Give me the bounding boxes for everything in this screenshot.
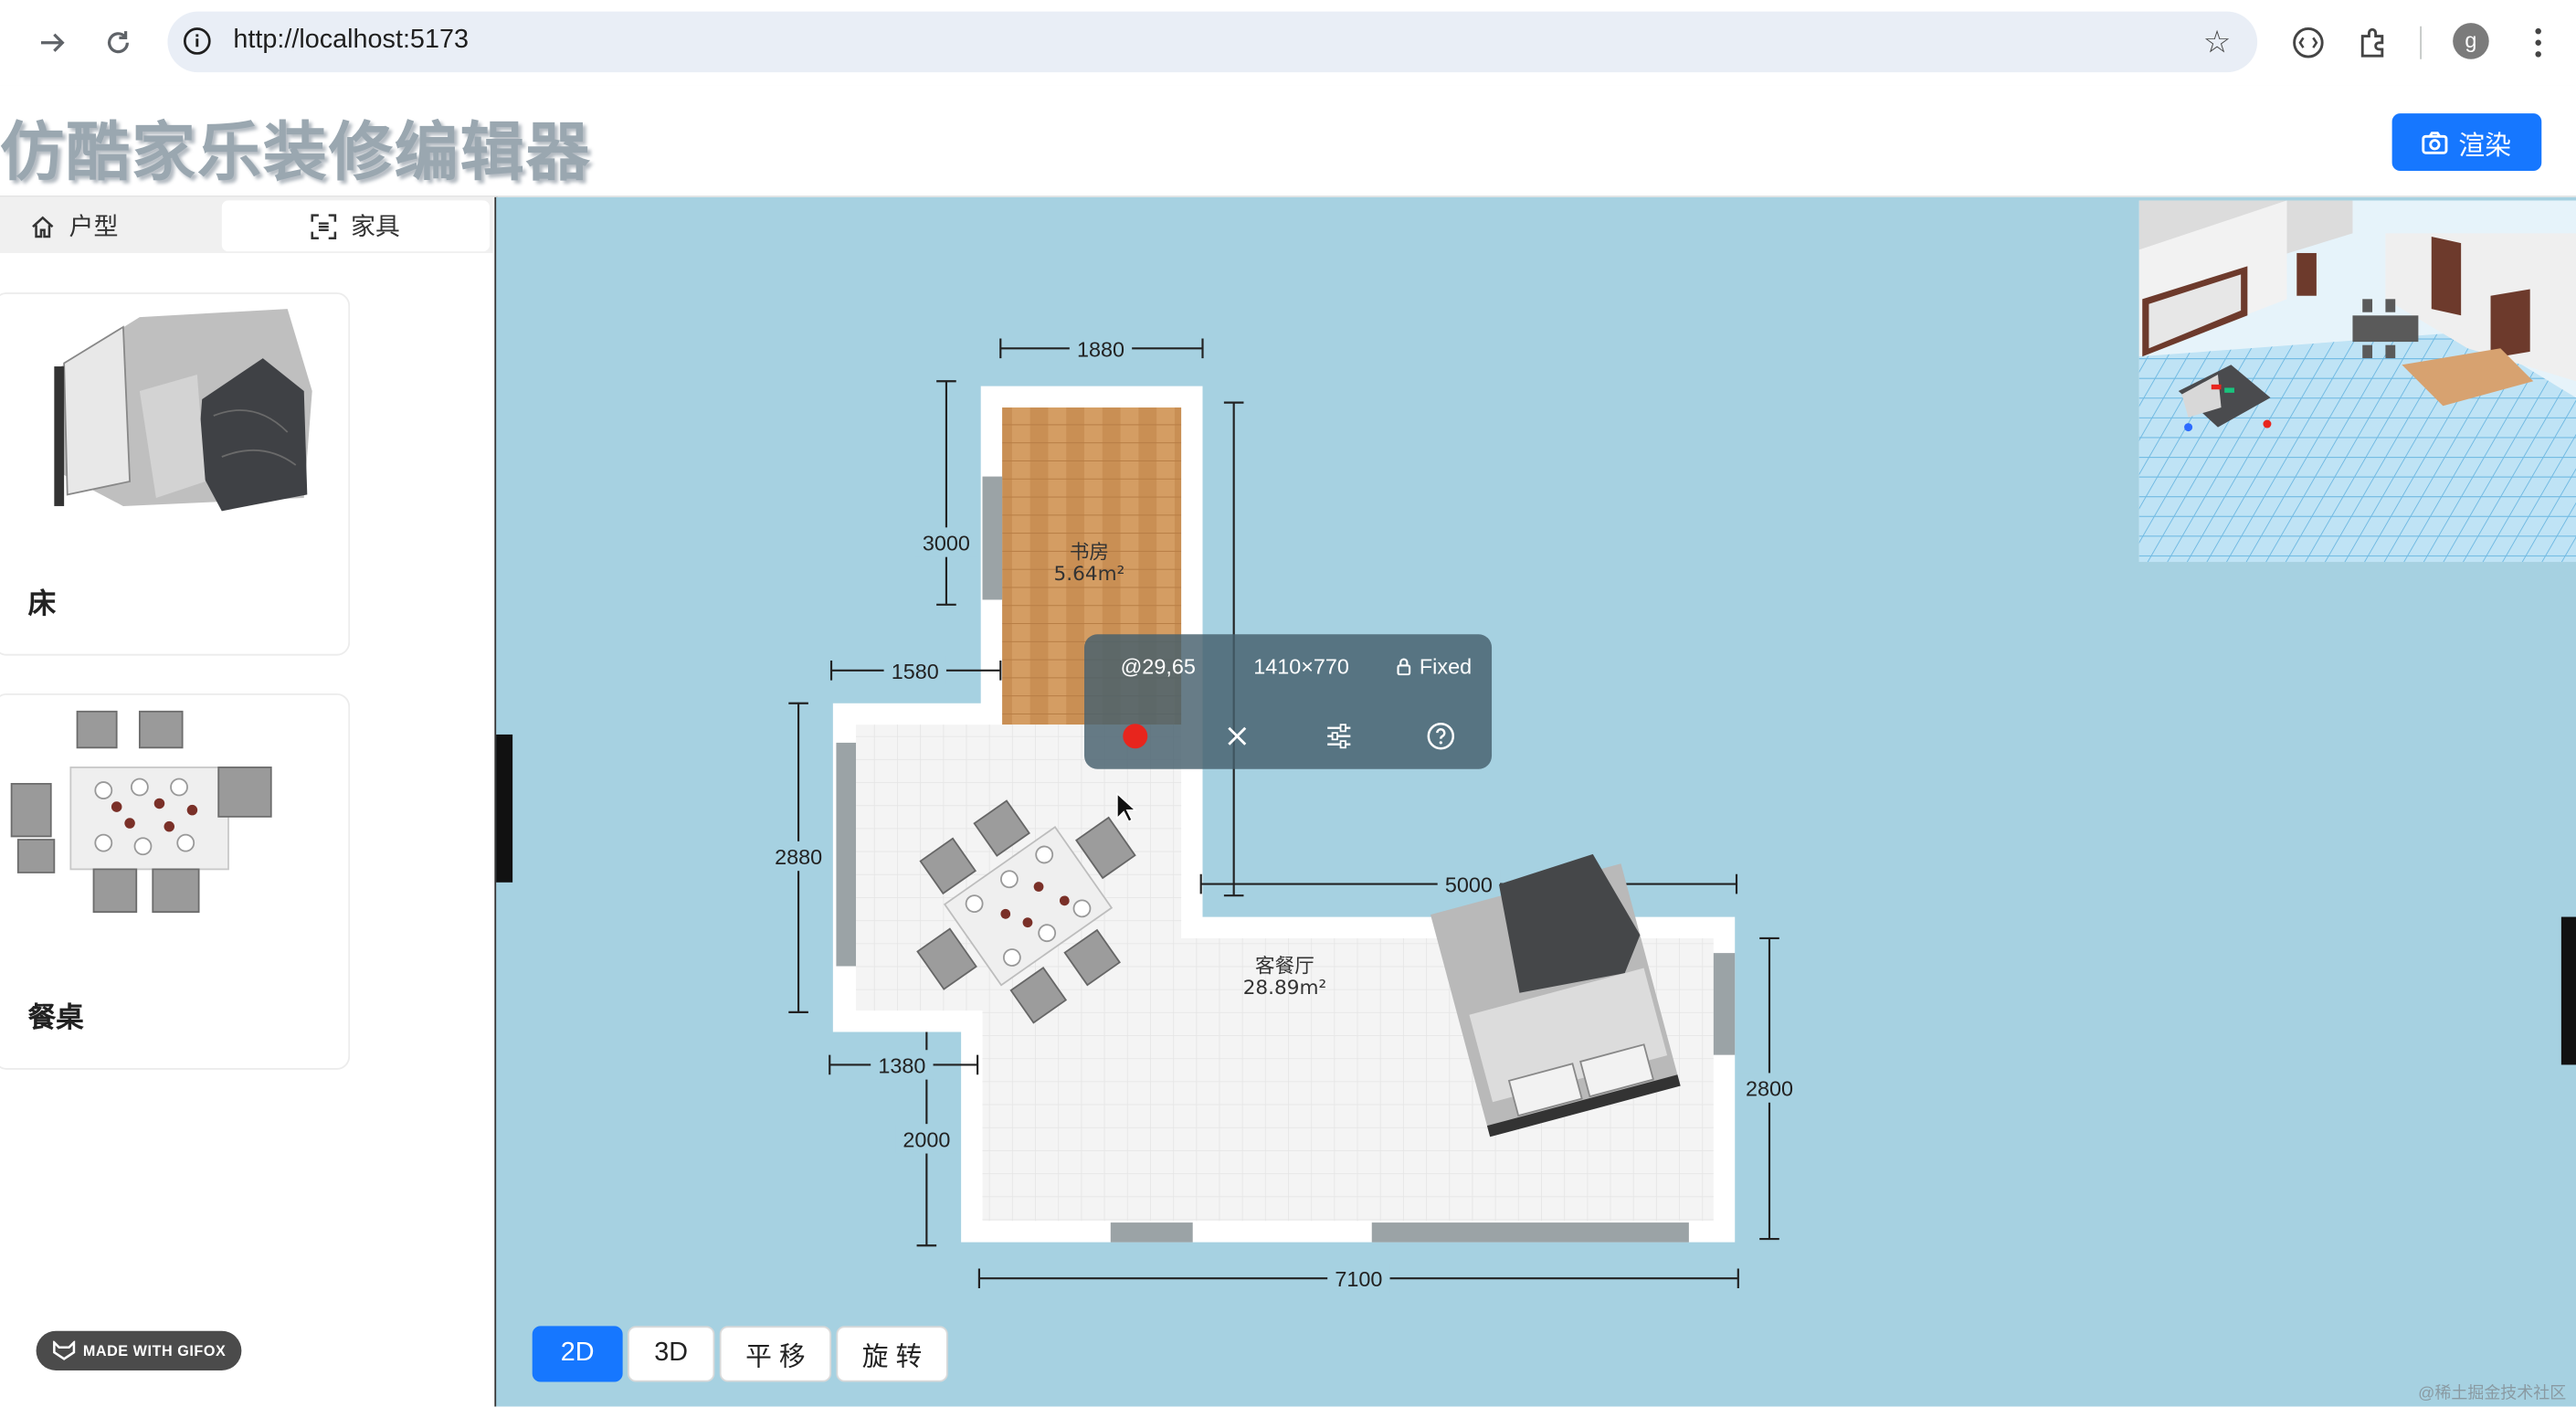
room-name-living: 客餐厅: [1255, 956, 1314, 979]
3d-preview[interactable]: [2138, 200, 2576, 563]
render-button[interactable]: 渲染: [2391, 113, 2542, 172]
dim-label: 1380: [878, 1053, 925, 1077]
tab-floorplan[interactable]: 户型: [23, 200, 223, 251]
view-2d-button[interactable]: 2D: [532, 1326, 623, 1382]
floorplan-canvas[interactable]: 1880 3000 1580 2880 1380 2000 5000 2800 …: [496, 196, 2576, 1407]
camera-icon: [2423, 131, 2449, 153]
right-panel-handle[interactable]: [2560, 916, 2576, 1065]
gifox-badge-text: MADE WITH GIFOX: [82, 1342, 227, 1359]
capture-position: @29,65: [1120, 653, 1196, 679]
profile-avatar[interactable]: g: [2453, 23, 2489, 59]
dim-label: 2000: [903, 1127, 950, 1151]
settings-sliders-icon[interactable]: [1323, 720, 1356, 753]
more-menu-icon[interactable]: [2518, 23, 2558, 62]
sidebar-resize-handle[interactable]: [496, 734, 513, 883]
dim-label: 2800: [1746, 1077, 1793, 1101]
room-name-study: 书房: [1070, 541, 1109, 564]
furniture-label-bed: 床: [27, 587, 57, 620]
room-area-study: 5.64m²: [1054, 563, 1125, 586]
reload-icon[interactable]: [97, 21, 140, 64]
capture-mode-label: Fixed: [1419, 653, 1473, 679]
app-title: 仿酷家乐装修编辑器: [0, 116, 592, 191]
gifox-logo-icon: [52, 1340, 75, 1360]
extensions-icon[interactable]: [2354, 23, 2393, 62]
capture-mode[interactable]: Fixed: [1397, 654, 1472, 679]
room-area-living: 28.89m²: [1243, 977, 1326, 1000]
dim-label: 3000: [923, 531, 970, 555]
walls: [832, 386, 1736, 1243]
furniture-card-dining-table[interactable]: 餐桌: [0, 693, 351, 1070]
rotate-button[interactable]: 旋 转: [836, 1326, 948, 1382]
furniture-label-dining-table: 餐桌: [27, 1002, 84, 1034]
app-header: 仿酷家乐装修编辑器 渲染: [0, 85, 2576, 197]
scan-icon: [311, 213, 338, 239]
toolbar-divider: [2420, 26, 2422, 59]
forward-icon[interactable]: [31, 21, 74, 64]
url-text: http://localhost:5173: [233, 26, 469, 55]
dim-label: 2880: [775, 845, 822, 869]
capture-size: 1410×770: [1253, 653, 1349, 679]
render-button-label: 渲染: [2458, 132, 2512, 161]
furniture-sidebar: 户型 家具 床 餐桌 MADE WITH GIFOX: [0, 196, 498, 1407]
capture-toolbar: @29,65 1410×770 Fixed: [1084, 634, 1493, 769]
lock-icon: [1397, 658, 1411, 676]
address-bar[interactable]: http://localhost:5173 ☆: [167, 11, 2258, 73]
close-icon[interactable]: [1220, 720, 1253, 753]
home-icon: [32, 215, 54, 238]
dim-label: 5000: [1445, 873, 1493, 897]
help-icon[interactable]: [1424, 720, 1457, 753]
view-3d-button[interactable]: 3D: [628, 1326, 715, 1382]
pan-button[interactable]: 平 移: [719, 1326, 832, 1382]
bookmark-star-icon[interactable]: ☆: [2203, 25, 2232, 62]
media-control-icon[interactable]: [2288, 23, 2328, 62]
tab-furniture-label: 家具: [350, 213, 400, 242]
dim-label: 7100: [1335, 1267, 1382, 1291]
app-root: http://localhost:5173 ☆ g 仿酷家乐装修编辑器 渲染 户…: [0, 0, 2576, 1407]
record-button-icon[interactable]: [1119, 720, 1152, 753]
furniture-card-bed[interactable]: 床: [0, 292, 351, 656]
tab-furniture[interactable]: 家具: [221, 200, 490, 252]
view-mode-buttons: 2D 3D 平 移 旋 转: [532, 1326, 948, 1382]
dim-label: 1580: [892, 660, 939, 683]
dining-table-thumbnail: [10, 710, 272, 914]
sidebar-tabs: 户型 家具: [0, 196, 493, 253]
bed-thumbnail: [54, 309, 312, 512]
browser-toolbar: http://localhost:5173 ☆ g: [0, 0, 2576, 88]
site-info-icon[interactable]: [183, 26, 212, 56]
gifox-badge: MADE WITH GIFOX: [36, 1330, 242, 1370]
watermark: @稀土掘金技术社区: [2418, 1385, 2567, 1403]
dim-label: 1880: [1077, 337, 1124, 361]
tab-floorplan-label: 户型: [69, 213, 119, 242]
